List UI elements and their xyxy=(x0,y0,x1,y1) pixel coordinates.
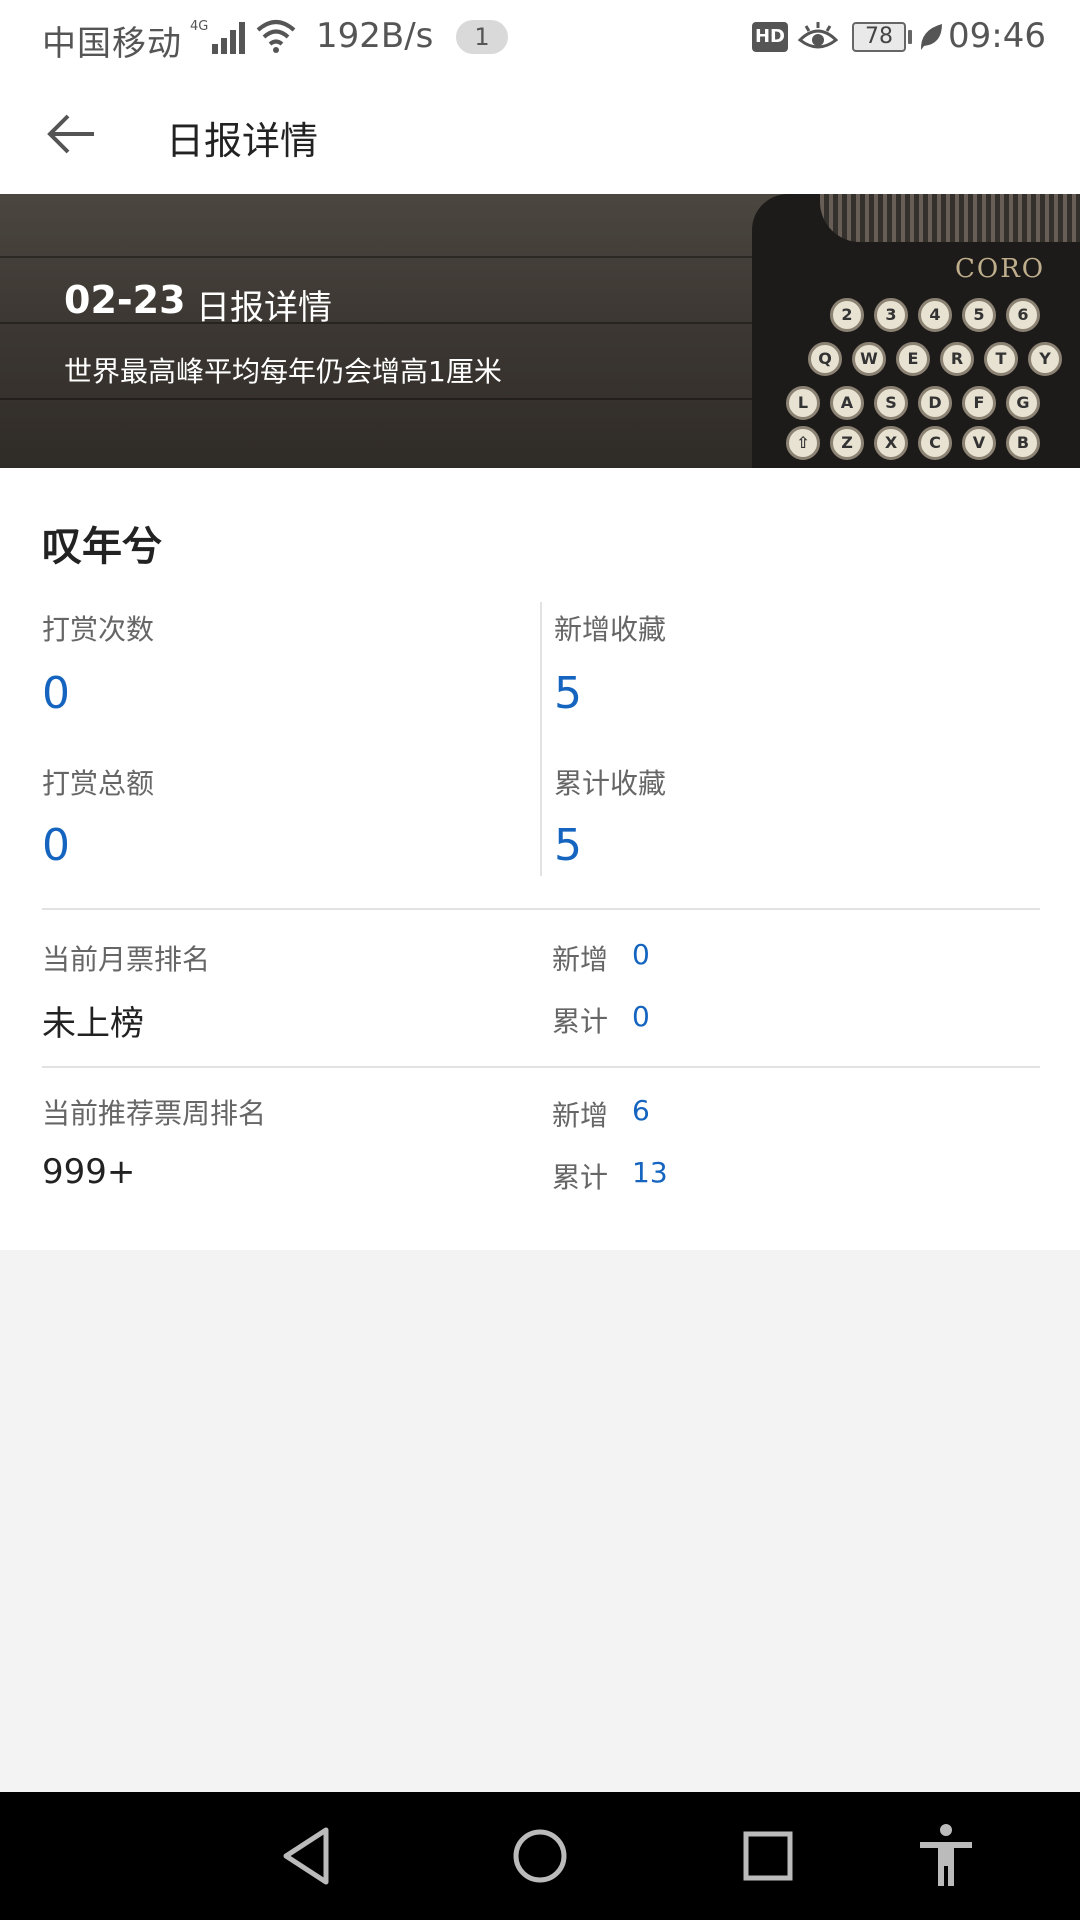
report-date: 02-23 xyxy=(64,278,186,322)
battery-icon: 78 xyxy=(852,22,906,52)
typewriter-key: 4 xyxy=(918,298,952,332)
notification-count-badge: 1 xyxy=(456,20,508,54)
typewriter-key: R xyxy=(940,342,974,376)
tip-total-label: 打赏总额 xyxy=(42,767,155,800)
recommend-ticket-new-value: 6 xyxy=(632,1094,650,1127)
tip-total-value: 0 xyxy=(42,820,70,871)
triangle-back-icon[interactable] xyxy=(272,1820,344,1892)
tip-count-value: 0 xyxy=(42,668,70,719)
typewriter-key: L xyxy=(786,386,820,420)
monthly-ticket-rank-value: 未上榜 xyxy=(42,1004,144,1044)
header-banner: CORO 2 3 4 5 6 Q W E R T Y L A S D F G ⇧… xyxy=(0,194,1080,468)
typewriter-key: T xyxy=(984,342,1018,376)
new-favorites-value: 5 xyxy=(554,668,582,719)
square-recents-icon[interactable] xyxy=(732,1820,804,1892)
vertical-divider xyxy=(540,602,542,876)
typewriter-key: S xyxy=(874,386,908,420)
signal-icon: 4G xyxy=(190,19,245,54)
horizontal-divider xyxy=(42,1066,1040,1068)
typewriter-key: 2 xyxy=(830,298,864,332)
total-favorites-value: 5 xyxy=(554,820,582,871)
accessibility-icon[interactable] xyxy=(910,1820,982,1892)
total-favorites-label: 累计收藏 xyxy=(554,767,667,800)
monthly-ticket-total-label: 累计 xyxy=(552,1005,609,1038)
report-card: 叹年兮 打赏次数 0 新增收藏 5 打赏总额 0 累计收藏 5 当前月票排名 未… xyxy=(0,468,1080,1250)
typewriter-key: X xyxy=(874,426,908,460)
typewriter-typebars xyxy=(820,194,1080,242)
banner-subtitle: 世界最高峰平均每年仍会增高1厘米 xyxy=(64,355,502,388)
monthly-ticket-new-value: 0 xyxy=(632,938,650,971)
clock: 09:46 xyxy=(948,16,1046,56)
carrier-name: 中国移动 xyxy=(42,24,182,64)
typewriter-key: B xyxy=(1006,426,1040,460)
typewriter-key: F xyxy=(962,386,996,420)
hd-icon: HD xyxy=(752,22,788,52)
network-speed: 192B/s xyxy=(316,16,434,56)
typewriter-key: G xyxy=(1006,386,1040,420)
network-type: 4G xyxy=(190,19,208,34)
typewriter-key: A xyxy=(830,386,864,420)
typewriter-key: Q xyxy=(808,342,842,376)
system-navigation-bar xyxy=(0,1792,1080,1920)
typewriter-key: C xyxy=(918,426,952,460)
monthly-ticket-new-label: 新增 xyxy=(552,943,609,976)
horizontal-divider xyxy=(42,908,1040,910)
typewriter-key: W xyxy=(852,342,886,376)
typewriter-brand: CORO xyxy=(955,254,1046,284)
page-title: 日报详情 xyxy=(166,119,319,163)
status-bar: 中国移动 4G 192B/s 1 HD 78 09:46 xyxy=(0,0,1080,76)
wifi-icon xyxy=(256,20,296,53)
banner-title: 日报详情 xyxy=(196,288,332,328)
eye-comfort-icon xyxy=(798,22,838,49)
circle-home-icon[interactable] xyxy=(504,1820,576,1892)
typewriter-key: ⇧ xyxy=(786,426,820,460)
typewriter-key: V xyxy=(962,426,996,460)
typewriter-key: Z xyxy=(830,426,864,460)
monthly-ticket-rank-label: 当前月票排名 xyxy=(42,943,211,976)
recommend-ticket-total-value: 13 xyxy=(632,1156,668,1189)
new-favorites-label: 新增收藏 xyxy=(554,613,667,646)
recommend-ticket-rank-value: 999+ xyxy=(42,1152,136,1192)
typewriter-key: 3 xyxy=(874,298,908,332)
battery-tip xyxy=(908,30,912,44)
recommend-ticket-new-label: 新增 xyxy=(552,1099,609,1132)
typewriter-key: 6 xyxy=(1006,298,1040,332)
typewriter-key: E xyxy=(896,342,930,376)
author-name: 叹年兮 xyxy=(42,524,162,570)
monthly-ticket-total-value: 0 xyxy=(632,1000,650,1033)
leaf-icon xyxy=(920,24,942,50)
typewriter-key: D xyxy=(918,386,952,420)
tip-count-label: 打赏次数 xyxy=(42,613,155,646)
typewriter-key: Y xyxy=(1028,342,1062,376)
recommend-ticket-total-label: 累计 xyxy=(552,1161,609,1194)
arrow-left-icon[interactable] xyxy=(40,102,104,166)
typewriter-key: 5 xyxy=(962,298,996,332)
recommend-ticket-rank-label: 当前推荐票周排名 xyxy=(42,1097,267,1130)
app-toolbar: 日报详情 xyxy=(0,76,1080,194)
